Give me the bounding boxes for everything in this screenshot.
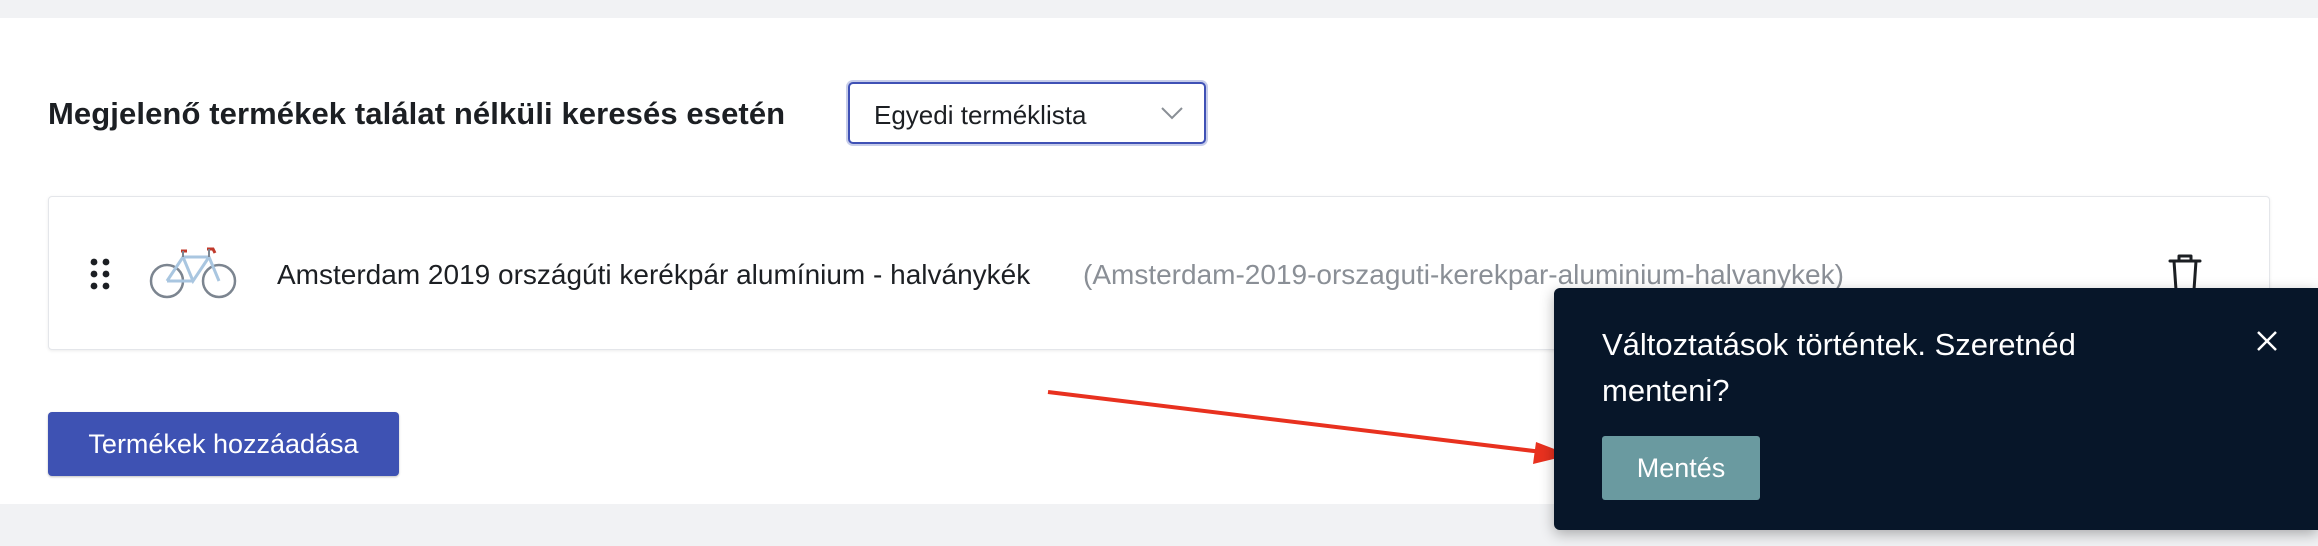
drag-handle-icon[interactable] [89, 257, 111, 291]
toast-message: Változtatások történtek. Szeretnéd mente… [1602, 327, 2076, 408]
product-slug: (Amsterdam-2019-orszaguti-kerekpar-alumi… [1083, 259, 1844, 290]
add-products-button[interactable]: Termékek hozzáadása [48, 412, 399, 476]
product-name: Amsterdam 2019 országúti kerékpár alumín… [277, 259, 1031, 290]
save-button[interactable]: Mentés [1602, 436, 1760, 500]
close-icon[interactable] [2254, 328, 2280, 354]
unsaved-changes-toast: Változtatások történtek. Szeretnéd mente… [1554, 288, 2318, 530]
trash-icon[interactable] [2167, 253, 2203, 293]
select-value: Egyedi terméklista [874, 100, 1087, 130]
page: Megjelenő termékek találat nélküli keres… [0, 0, 2318, 546]
bicycle-icon [149, 247, 237, 299]
product-list-select[interactable]: Egyedi terméklista [848, 82, 1206, 144]
section-title: Megjelenő termékek találat nélküli keres… [48, 96, 786, 131]
chevron-down-icon [1161, 107, 1183, 120]
